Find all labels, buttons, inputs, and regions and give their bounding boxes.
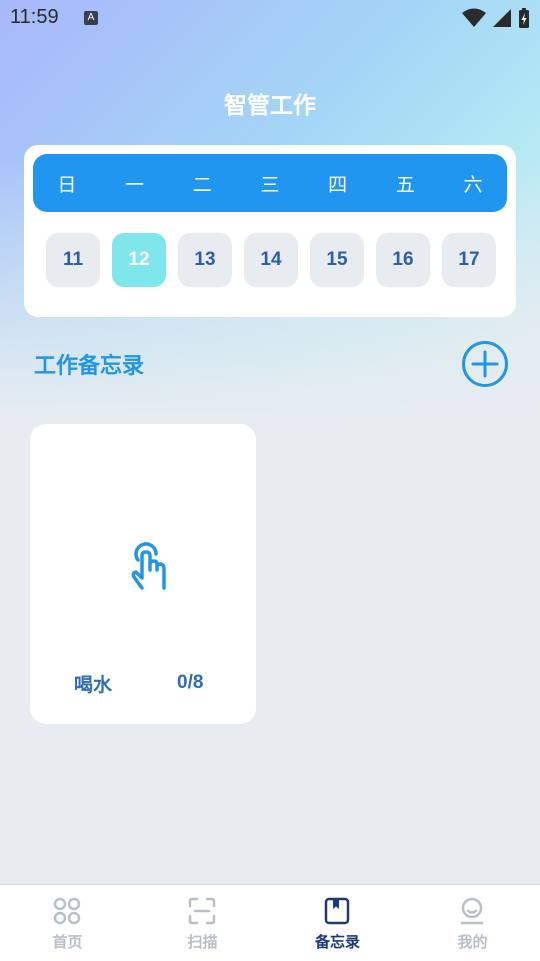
date-cell[interactable]: 14 — [244, 233, 298, 287]
user-icon — [460, 897, 484, 925]
memo-card-count: 0/8 — [177, 672, 204, 693]
page-title: 智管工作 — [224, 93, 316, 119]
plus-circle-icon — [462, 341, 508, 387]
weekday-label: 二 — [192, 173, 212, 196]
tab-label: 备忘录 — [314, 933, 360, 951]
wifi-icon — [462, 8, 486, 27]
memo-card-name: 喝水 — [74, 674, 113, 696]
tab-label: 首页 — [52, 933, 83, 951]
memo-section-title: 工作备忘录 — [34, 354, 145, 379]
weekday-header: 日 一 二 三 四 五 六 — [33, 154, 507, 212]
weekday-label: 六 — [463, 173, 483, 196]
add-memo-button[interactable] — [461, 340, 509, 388]
tab-memo[interactable]: 备忘录 — [270, 885, 405, 961]
clover-icon — [53, 897, 81, 925]
status-time: 11:59 — [10, 6, 59, 28]
date-cell[interactable]: 11 — [46, 233, 100, 287]
weekday-label: 三 — [260, 173, 280, 196]
weekday-label: 日 — [57, 173, 77, 196]
tap-hand-icon — [131, 542, 166, 590]
status-bar: 11:59 A — [0, 0, 540, 36]
date-cell[interactable]: 16 — [376, 233, 430, 287]
date-cell[interactable]: 17 — [442, 233, 496, 287]
weekday-label: 五 — [395, 173, 415, 196]
memo-card-icon — [126, 540, 174, 594]
tab-label: 扫描 — [187, 933, 218, 951]
weekday-label: 四 — [328, 173, 348, 196]
weekday-label: 一 — [125, 173, 145, 196]
signal-icon — [493, 9, 511, 27]
tab-scan[interactable]: 扫描 — [135, 885, 270, 961]
date-cell[interactable]: 13 — [178, 233, 232, 287]
week-calendar-card: 日 一 二 三 四 五 六 11 12 13 14 15 16 17 — [24, 145, 516, 317]
tab-label: 我的 — [457, 933, 488, 951]
bottom-tab-bar: 首页 扫描 备忘录 我的 — [0, 884, 540, 961]
notebook-icon — [324, 897, 350, 925]
notification-icon: A — [84, 11, 98, 25]
tab-home[interactable]: 首页 — [0, 885, 135, 961]
tab-profile[interactable]: 我的 — [405, 885, 540, 961]
date-cell-selected[interactable]: 12 — [112, 233, 166, 287]
scan-icon — [188, 897, 216, 925]
date-cell[interactable]: 15 — [310, 233, 364, 287]
battery-icon — [519, 8, 529, 28]
status-icons — [462, 7, 530, 29]
memo-card[interactable]: 喝水 0/8 — [30, 424, 256, 724]
date-row: 11 12 13 14 15 16 17 — [46, 233, 496, 287]
